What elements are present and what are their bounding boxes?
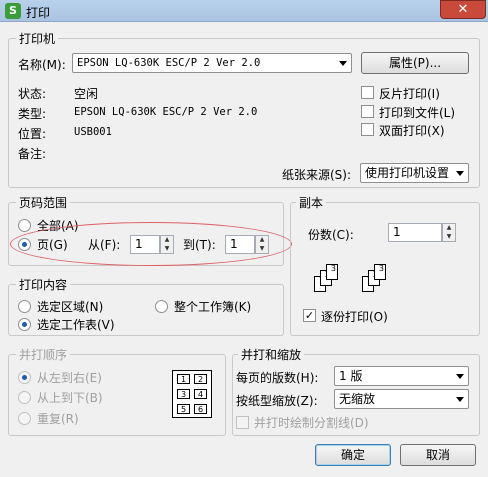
app-icon: S [5,3,21,19]
order-cell: 6 [194,404,207,414]
order-cell: 3 [177,389,190,399]
left-to-right-label[interactable]: 从左到右(E) [37,369,102,386]
paper-source-label: 纸张来源(S): [282,168,352,182]
scale-value: 无缩放 [339,392,376,406]
collate-label[interactable]: 逐份打印(O) [321,308,388,325]
paper-source-value: 使用打印机设置 [365,166,450,180]
order-cell: 1 [177,374,190,384]
paper-source-select[interactable]: 使用打印机设置 [360,163,469,183]
properties-button[interactable]: 属性(P)... [361,52,469,74]
top-to-bottom-radio[interactable] [18,391,31,404]
chevron-down-icon [339,61,347,66]
chevron-down-icon [456,171,464,176]
order-cell: 5 [177,404,190,414]
printer-name-select[interactable]: EPSON LQ-630K ESC/P 2 Ver 2.0 [72,53,352,73]
pages-per-sheet-select[interactable]: 1 版 [334,366,469,386]
draw-border-checkbox[interactable] [236,416,249,429]
repeat-radio[interactable] [18,412,31,425]
type-value: EPSON LQ-630K ESC/P 2 Ver 2.0 [74,106,258,118]
selection-radio[interactable] [18,300,31,313]
chevron-down-icon [456,374,464,379]
collate-checkbox[interactable]: ✓ [303,309,316,322]
chevron-down-icon [456,397,464,402]
ok-button[interactable]: 确定 [315,444,391,466]
print-to-file-checkbox[interactable] [361,105,374,118]
order-cell: 2 [194,374,207,384]
copies-count-input[interactable]: 1 [388,223,442,242]
scale-select[interactable]: 无缩放 [334,389,469,409]
reverse-print-label[interactable]: 反片打印(I) [379,85,440,102]
left-to-right-radio[interactable] [18,371,31,384]
collate-page-icon: 3 [326,264,338,280]
print-to-file-label[interactable]: 打印到文件(L) [379,104,455,121]
scaling-legend: 并打和缩放 [238,346,305,363]
copies-count-label: 份数(C): [308,228,354,242]
print-order-legend: 并打顺序 [16,346,71,363]
cancel-button[interactable]: 取消 [400,444,476,466]
collate-page-icon: 3 [374,264,386,280]
title-bar [0,0,488,22]
top-to-bottom-label[interactable]: 从上到下(B) [37,389,103,406]
order-cell: 4 [194,389,207,399]
print-content-legend: 打印内容 [16,276,71,293]
sheet-label[interactable]: 选定工作表(V) [37,316,115,333]
copies-legend: 副本 [296,194,327,211]
page-range-legend: 页码范围 [16,194,71,211]
status-value: 空闲 [74,87,99,101]
location-value: USB001 [74,126,112,138]
pages-per-sheet-label: 每页的版数(H): [236,371,319,385]
printer-name-label: 名称(M): [18,58,66,72]
selection-label[interactable]: 选定区域(N) [37,298,103,315]
close-button[interactable]: ✕ [440,0,486,19]
reverse-print-checkbox[interactable] [361,86,374,99]
printer-name-value: EPSON LQ-630K ESC/P 2 Ver 2.0 [77,57,261,69]
printer-legend: 打印机 [16,30,59,47]
draw-border-label[interactable]: 并打时绘制分割线(D) [254,414,369,431]
highlight-ellipse [10,222,292,266]
status-label: 状态: [18,87,47,101]
workbook-radio[interactable] [155,300,168,313]
location-label: 位置: [18,127,47,141]
comment-label: 备注: [18,147,47,161]
scale-label: 按纸型缩放(Z): [236,394,318,408]
duplex-label[interactable]: 双面打印(X) [379,122,445,139]
sheet-radio[interactable] [18,318,31,331]
workbook-label[interactable]: 整个工作簿(K) [174,298,251,315]
pages-per-sheet-value: 1 版 [339,369,363,383]
type-label: 类型: [18,107,47,121]
repeat-label[interactable]: 重复(R) [37,410,79,427]
copies-count-stepper[interactable]: ▲ ▼ [442,223,456,242]
duplex-checkbox[interactable] [361,123,374,136]
window-title: 打印 [26,6,51,20]
all-pages-radio[interactable] [18,219,31,232]
